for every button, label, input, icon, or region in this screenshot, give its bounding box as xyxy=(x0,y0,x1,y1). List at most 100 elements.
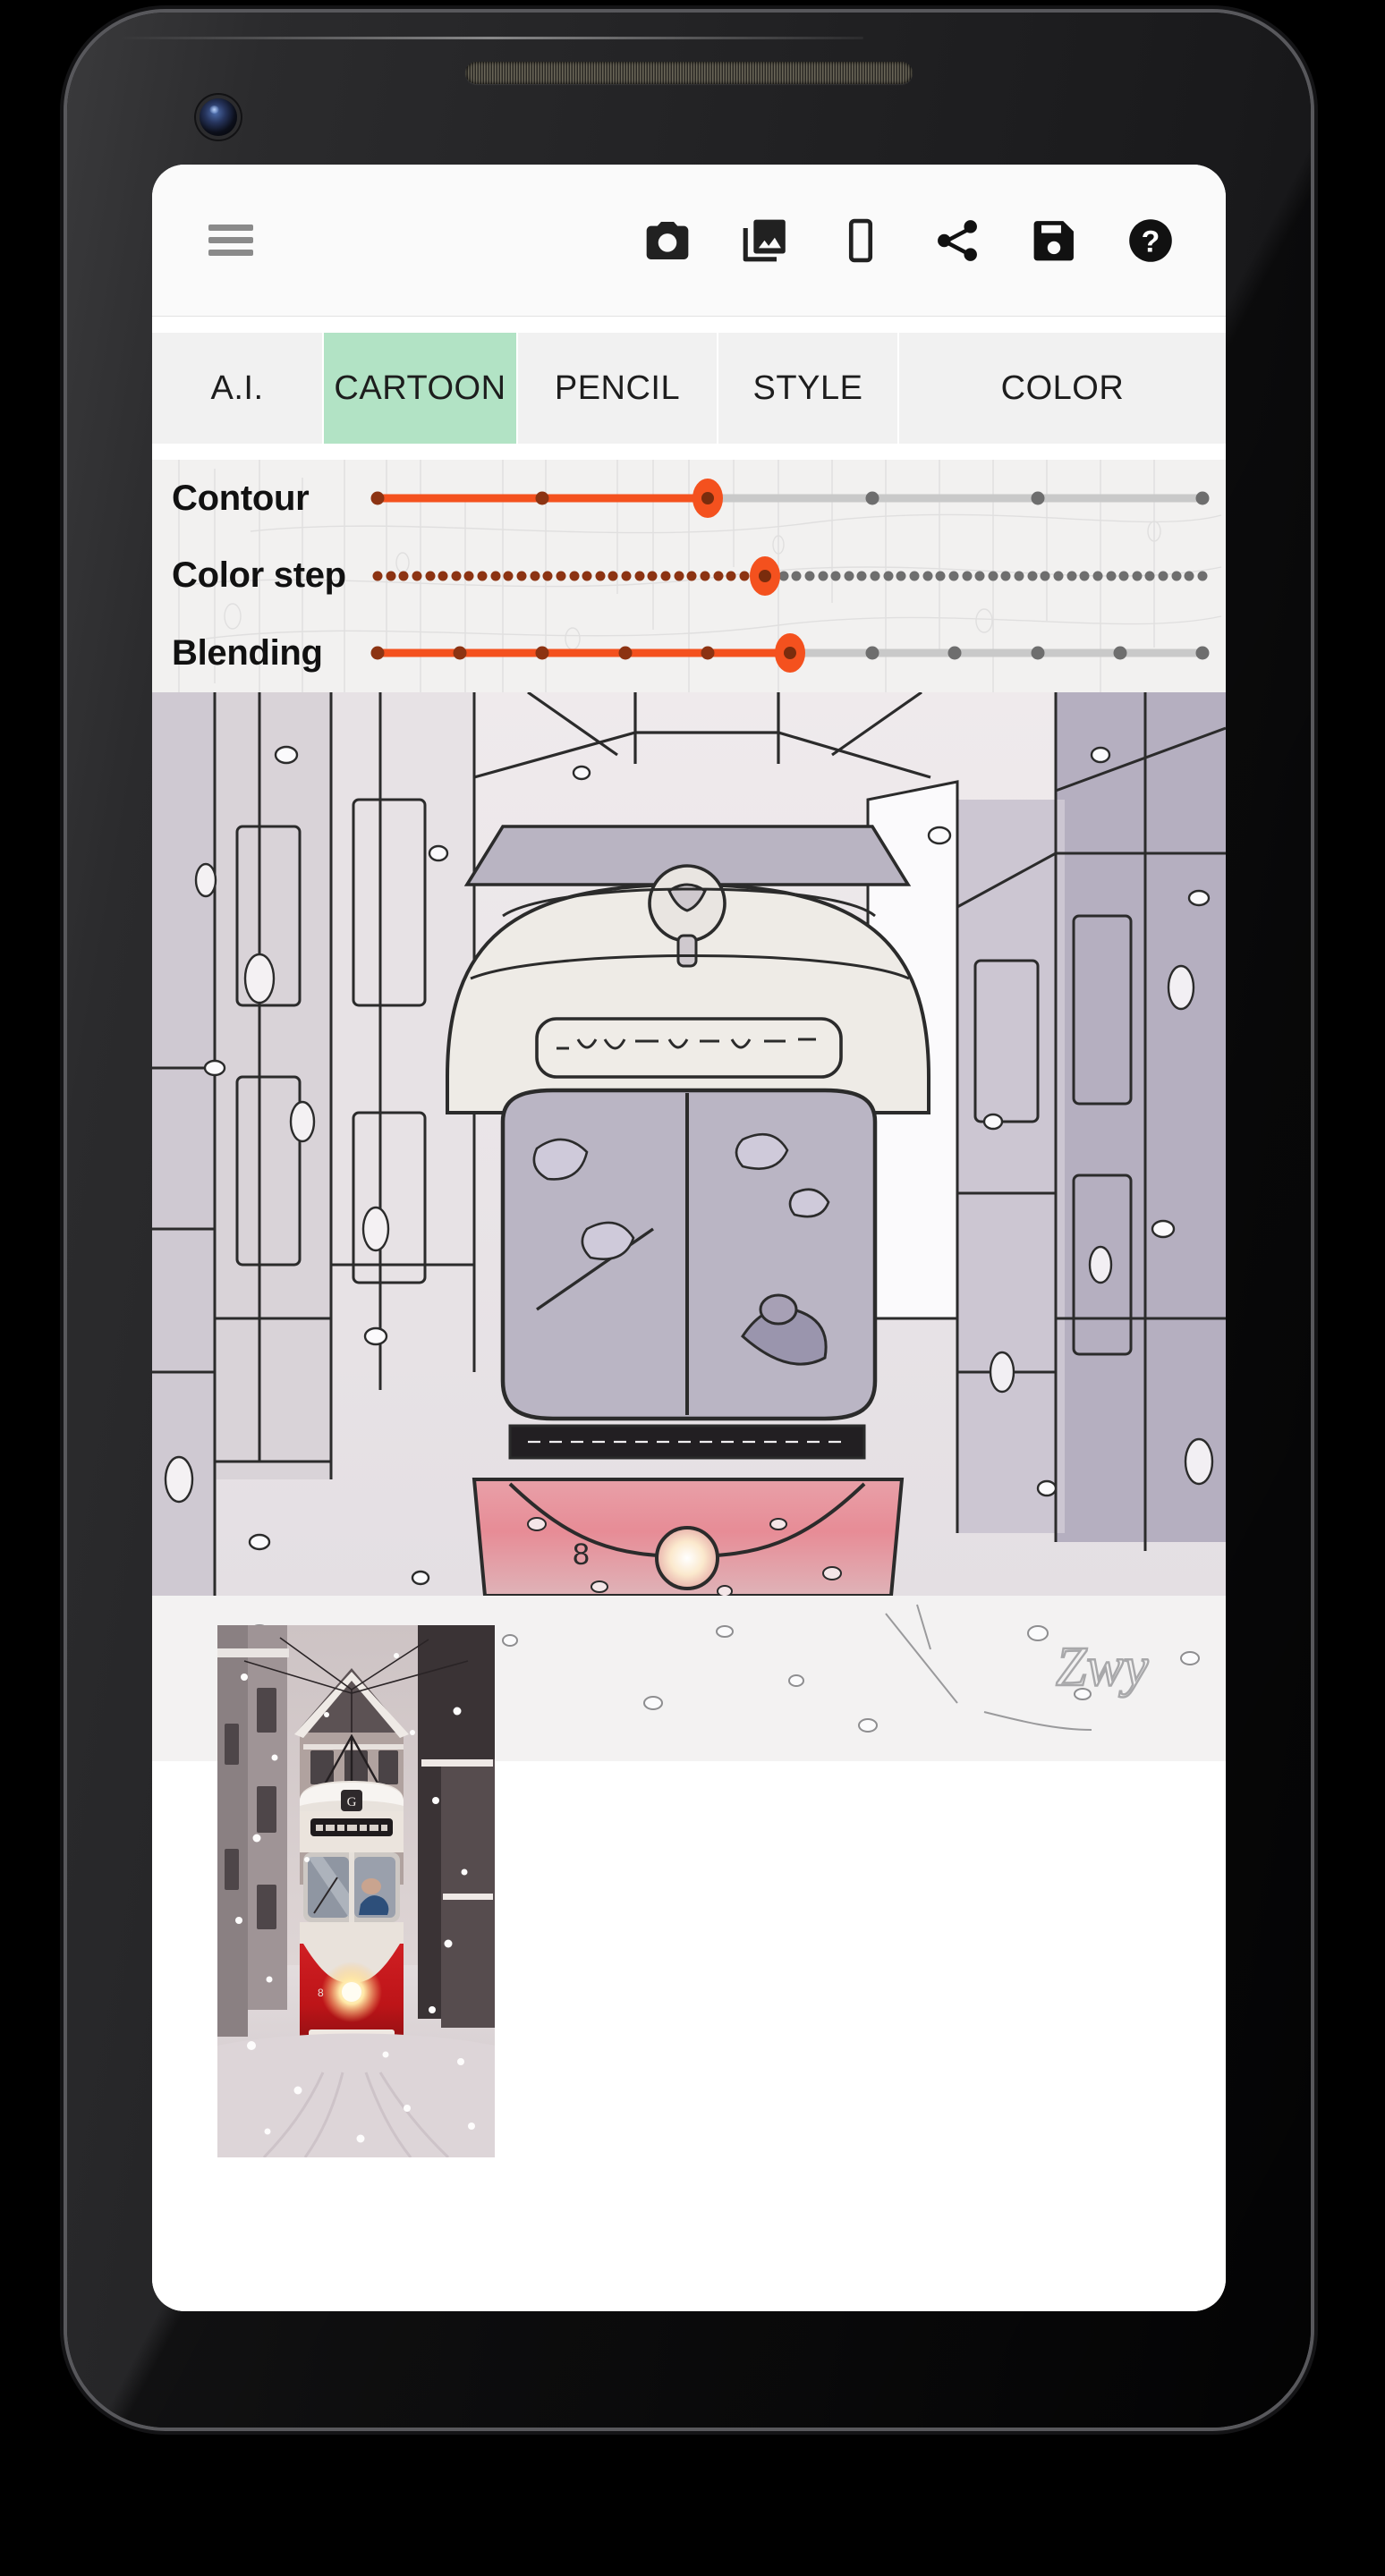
slider-tick xyxy=(1027,571,1038,581)
save-floppy-icon[interactable] xyxy=(1006,199,1102,282)
slider-tick xyxy=(830,571,841,581)
slider-tick xyxy=(1031,646,1045,660)
slider-tick xyxy=(503,571,514,581)
slider-contour[interactable] xyxy=(370,460,1210,538)
slider-tick xyxy=(1066,571,1077,581)
slider-tick xyxy=(947,646,962,660)
slider-tick xyxy=(726,571,736,581)
slider-tick xyxy=(386,571,396,581)
slider-tick xyxy=(618,646,633,660)
slider-tick xyxy=(542,571,553,581)
slider-tick xyxy=(490,571,501,581)
slider-tick xyxy=(463,571,474,581)
slider-tick xyxy=(1118,571,1129,581)
svg-text:G: G xyxy=(347,1795,357,1809)
slider-tick xyxy=(686,571,697,581)
slider-tick xyxy=(595,571,606,581)
slider-row-contour: Contour xyxy=(152,460,1226,538)
menu-line xyxy=(208,250,253,256)
slider-tick xyxy=(477,571,488,581)
slider-tick xyxy=(1106,571,1117,581)
slider-tick xyxy=(1195,491,1210,505)
slider-thumb-contour[interactable] xyxy=(692,479,723,519)
slider-tick xyxy=(896,571,906,581)
filter-tab-bar: A.I. CARTOON PENCIL STYLE COLOR xyxy=(152,317,1226,460)
frame-top-sheen xyxy=(116,37,863,39)
slider-tick xyxy=(425,571,436,581)
slider-tick xyxy=(569,571,580,581)
slider-tick xyxy=(974,571,985,581)
share-icon[interactable] xyxy=(909,199,1006,282)
slider-tick xyxy=(438,571,448,581)
menu-line xyxy=(208,225,253,231)
slider-tick xyxy=(660,571,671,581)
camera-icon[interactable] xyxy=(619,199,716,282)
slider-row-blending: Blending xyxy=(152,614,1226,692)
slider-row-color-step: Color step xyxy=(152,538,1226,615)
slider-tick xyxy=(370,646,385,660)
cartoon-filtered-preview[interactable]: 8 xyxy=(152,692,1226,1596)
gallery-icon[interactable] xyxy=(716,199,812,282)
slider-tick xyxy=(634,571,645,581)
top-speaker-grille xyxy=(465,62,913,84)
hamburger-menu-icon[interactable] xyxy=(190,199,272,282)
slider-tick xyxy=(621,571,632,581)
slider-tick xyxy=(582,571,592,581)
slider-tick xyxy=(1014,571,1024,581)
crop-frame-icon[interactable] xyxy=(812,199,909,282)
tab-ai[interactable]: A.I. xyxy=(152,333,324,444)
slider-track-fill xyxy=(378,648,790,657)
front-camera-lens xyxy=(200,98,237,136)
slider-tick xyxy=(844,571,854,581)
slider-tick xyxy=(804,571,815,581)
slider-tick xyxy=(412,571,422,581)
slider-label-color-step: Color step xyxy=(172,555,346,596)
phone-screen: ? A.I. CARTOON PENCIL STYLE COLOR Contou… xyxy=(152,165,1226,2311)
original-photo-thumbnail[interactable]: G 8 xyxy=(217,1625,495,2157)
slider-tick xyxy=(1197,571,1208,581)
watermark-signature: Zwy xyxy=(1056,1637,1149,1698)
svg-text:?: ? xyxy=(1142,225,1160,258)
slider-color-step[interactable] xyxy=(372,538,1208,615)
slider-blending[interactable] xyxy=(370,614,1210,692)
slider-tick xyxy=(674,571,684,581)
slider-tick xyxy=(647,571,658,581)
slider-tick xyxy=(1040,571,1050,581)
help-question-icon[interactable]: ? xyxy=(1102,199,1199,282)
slider-tick xyxy=(451,571,462,581)
slider-tick xyxy=(1158,571,1168,581)
slider-tick xyxy=(556,571,566,581)
slider-tick xyxy=(398,571,409,581)
lower-panel: Zwy G 8 xyxy=(152,1596,1226,2311)
slider-tick xyxy=(739,571,750,581)
tab-cartoon[interactable]: CARTOON xyxy=(324,333,518,444)
slider-label-blending: Blending xyxy=(172,632,323,673)
slider-tick xyxy=(1053,571,1064,581)
slider-tick xyxy=(922,571,933,581)
slider-tick xyxy=(535,646,549,660)
slider-tick xyxy=(530,571,540,581)
slider-thumb-blending[interactable] xyxy=(775,633,805,674)
slider-tick xyxy=(372,571,383,581)
slider-tick xyxy=(1031,491,1045,505)
slider-tick xyxy=(909,571,920,581)
slider-tick xyxy=(370,491,385,505)
tab-color[interactable]: COLOR xyxy=(899,333,1226,444)
slider-tick xyxy=(962,571,973,581)
slider-thumb-color-step[interactable] xyxy=(750,555,781,596)
slider-tick xyxy=(865,491,879,505)
slider-label-contour: Contour xyxy=(172,478,310,518)
slider-tick xyxy=(1184,571,1194,581)
slider-tick xyxy=(535,491,549,505)
slider-tick xyxy=(948,571,959,581)
slider-tick xyxy=(701,646,715,660)
slider-tick xyxy=(1171,571,1182,581)
slider-tick xyxy=(865,646,879,660)
slider-tick xyxy=(856,571,867,581)
svg-text:8: 8 xyxy=(573,1538,590,1572)
tab-pencil[interactable]: PENCIL xyxy=(518,333,718,444)
slider-tick xyxy=(818,571,828,581)
tab-style[interactable]: STYLE xyxy=(718,333,899,444)
slider-tick xyxy=(1079,571,1090,581)
slider-tick xyxy=(1113,646,1127,660)
